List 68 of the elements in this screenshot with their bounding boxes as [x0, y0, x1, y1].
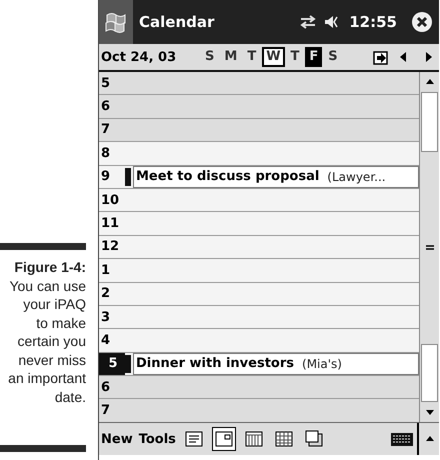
hour-row[interactable]: 10: [99, 188, 419, 212]
figure-caption-line: an important: [7, 369, 86, 388]
previous-arrow-icon[interactable]: [399, 51, 407, 63]
appointment-title: Meet to discuss proposal: [136, 169, 320, 184]
input-menu-arrow-icon[interactable]: [425, 434, 435, 444]
appointment-marker: [125, 354, 131, 374]
hour-row[interactable]: 9 Meet to discuss proposal (Lawyer...: [99, 166, 419, 189]
hour-label: 1: [100, 262, 112, 280]
hour-label: 6: [100, 98, 112, 116]
figure-caption-line: certain you: [16, 332, 86, 350]
figure-caption-line: date.: [54, 388, 86, 406]
hour-label: 7: [100, 121, 112, 140]
hour-row[interactable]: 8: [99, 142, 419, 166]
clock-time[interactable]: 12:55: [349, 13, 397, 31]
appointment[interactable]: Meet to discuss proposal (Lawyer...: [133, 166, 419, 188]
figure-caption-line: never miss: [17, 350, 86, 369]
hour-label: 10: [100, 192, 120, 210]
hour-row[interactable]: 11: [99, 212, 419, 236]
figure-caption-line: your iPAQ: [22, 295, 86, 314]
hour-row[interactable]: 3: [99, 306, 419, 330]
hour-row[interactable]: 6: [99, 95, 419, 119]
appointment-title: Dinner with investors: [136, 356, 294, 372]
hour-row[interactable]: 4: [99, 329, 419, 353]
figure-caption-title: Figure 1-4:: [13, 258, 86, 276]
menu-item[interactable]: Tools: [138, 432, 176, 446]
hour-row[interactable]: 1: [99, 259, 419, 283]
appointment-marker: [125, 168, 131, 186]
weekday-button[interactable]: W: [262, 47, 285, 67]
hour-label: 8: [100, 144, 112, 163]
hour-label: 3: [100, 308, 112, 327]
weekday-button[interactable]: S: [324, 47, 342, 67]
hour-label: 7: [100, 402, 112, 420]
next-arrow-icon[interactable]: [425, 51, 433, 63]
hour-row[interactable]: 2: [99, 282, 419, 306]
appointment-location: (Mia's): [302, 356, 342, 371]
weekday-button[interactable]: M: [220, 47, 242, 67]
weekday-button[interactable]: T: [243, 47, 260, 67]
sync-arrows-icon[interactable]: [299, 14, 318, 30]
hour-row[interactable]: 5 Dinner with investors (Mia's): [99, 352, 419, 376]
go-to-today-icon[interactable]: [373, 49, 389, 65]
hour-label: 11: [100, 215, 120, 234]
window-title: Calendar: [139, 13, 216, 31]
hour-row[interactable]: 12: [99, 236, 419, 260]
appointment-location: (Lawyer...: [327, 170, 386, 184]
figure-caption-line: You can use: [8, 276, 86, 295]
day-view-button[interactable]: [212, 427, 236, 451]
keyboard-icon[interactable]: [390, 431, 414, 447]
menu-item[interactable]: New: [101, 432, 133, 446]
hour-label: 12: [100, 238, 120, 256]
close-icon[interactable]: [411, 11, 433, 33]
appointment[interactable]: Dinner with investors (Mia's): [133, 352, 419, 376]
hour-row[interactable]: 6: [99, 376, 419, 400]
weekday-button[interactable]: S: [201, 47, 218, 67]
figure-caption-line: to make: [35, 314, 86, 332]
hour-row[interactable]: 7: [99, 118, 419, 142]
hour-label: 5: [100, 74, 112, 93]
date-label[interactable]: Oct 24, 03: [101, 50, 199, 64]
hour-label: 9: [100, 168, 112, 186]
grip-icon: [424, 245, 434, 251]
weekday-button[interactable]: F: [305, 47, 322, 67]
scroll-thumb[interactable]: [421, 92, 438, 152]
hour-label: 2: [100, 285, 112, 304]
hour-row[interactable]: 7: [99, 399, 419, 422]
hour-row[interactable]: 5: [99, 72, 419, 96]
weekday-button[interactable]: T: [286, 47, 304, 67]
hour-label: 4: [100, 332, 112, 350]
hour-label: 6: [100, 378, 112, 397]
hour-label: 5: [99, 352, 125, 376]
